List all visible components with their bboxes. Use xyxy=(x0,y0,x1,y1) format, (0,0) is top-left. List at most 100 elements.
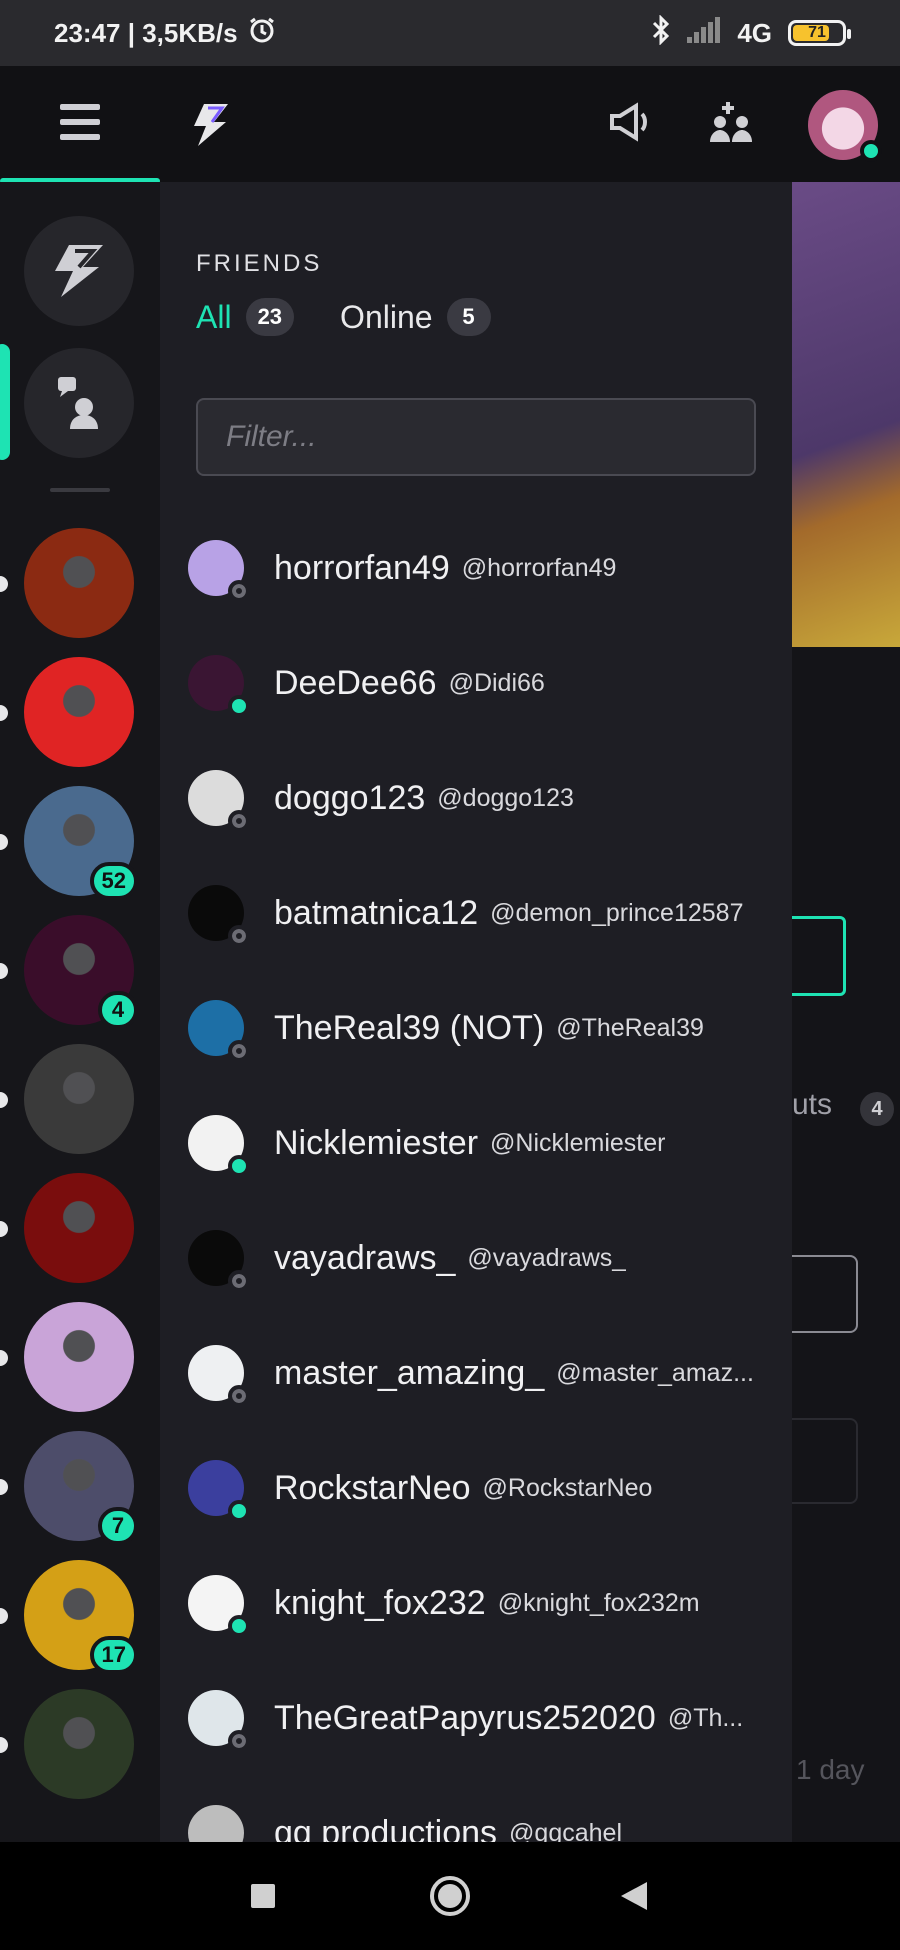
tab-all[interactable]: All 23 xyxy=(196,298,295,336)
active-indicator xyxy=(0,344,10,460)
direct-messages-button[interactable] xyxy=(24,348,134,458)
friend-row[interactable]: master_amazing_ @master_amaz... xyxy=(188,1323,778,1423)
unread-indicator xyxy=(0,705,8,721)
friend-handle: @horrorfan49 xyxy=(461,553,617,582)
avatar xyxy=(188,1345,250,1407)
presence-dot xyxy=(228,580,250,602)
notification-badge: 17 xyxy=(89,1636,138,1674)
unread-indicator xyxy=(0,1608,8,1624)
recent-apps-button[interactable] xyxy=(246,1842,280,1950)
unread-indicator xyxy=(0,1737,8,1753)
server-freddy-hat[interactable]: 52 xyxy=(0,786,138,900)
presence-dot xyxy=(228,925,250,947)
unread-indicator xyxy=(0,1350,8,1366)
network-type: 4G xyxy=(737,17,772,48)
friend-name: gg productions xyxy=(274,1813,498,1843)
avatar xyxy=(188,1230,250,1292)
megaphone-icon[interactable] xyxy=(608,102,652,147)
friend-row[interactable]: TheReal39 (NOT) @TheReal39 xyxy=(188,978,778,1078)
background-box-fragment xyxy=(792,1418,858,1504)
avatar xyxy=(188,1805,244,1842)
friend-handle: @master_amaz... xyxy=(556,1358,754,1387)
circle-icon xyxy=(430,1876,470,1916)
friend-row[interactable]: horrorfan49 @horrorfan49 xyxy=(188,518,778,618)
presence-dot xyxy=(228,1155,250,1177)
server-fnaf-freddy[interactable] xyxy=(0,528,134,638)
server-springtrap[interactable] xyxy=(0,1689,134,1799)
friend-row[interactable]: batmatnica12 @demon_prince12587 xyxy=(188,863,778,963)
friend-row[interactable]: knight_fox232 @knight_fox232m xyxy=(188,1553,778,1653)
app-bar xyxy=(0,66,900,184)
presence-dot xyxy=(228,1615,250,1637)
friend-row[interactable]: TheGreatPapyrus252020 @Th... xyxy=(188,1668,778,1768)
friend-row[interactable]: vayadraws_ @vayadraws_ xyxy=(188,1208,778,1308)
unread-indicator xyxy=(0,963,8,979)
system-nav-bar xyxy=(0,1842,900,1950)
server-banner-image xyxy=(792,182,900,647)
unread-indicator xyxy=(0,1479,8,1495)
friend-row[interactable]: Nicklemiester @Nicklemiester xyxy=(188,1093,778,1193)
server-lolbit[interactable]: 7 xyxy=(0,1431,138,1545)
presence-dot xyxy=(228,1040,250,1062)
server-rail: 52 4 7 17 xyxy=(0,182,160,1842)
presence-dot xyxy=(228,1730,250,1752)
server-funtime-freddy[interactable] xyxy=(0,1302,134,1412)
friend-name: Nicklemiester xyxy=(274,1123,479,1162)
friend-handle: @ggcahel xyxy=(509,1818,622,1843)
friend-name: horrorfan49 xyxy=(274,548,450,587)
friend-handle: @vayadraws_ xyxy=(467,1243,627,1272)
bluetooth-icon xyxy=(651,13,671,52)
server-bendy-yellow[interactable]: 17 xyxy=(0,1560,138,1674)
lightning-logo-icon[interactable] xyxy=(190,102,230,153)
friend-row[interactable]: gg productions @ggcahel xyxy=(188,1783,778,1842)
server-fnafers-squad[interactable] xyxy=(0,657,134,767)
presence-dot xyxy=(228,1500,250,1522)
friend-name: batmatnica12 xyxy=(274,893,479,932)
home-button[interactable] xyxy=(24,216,134,326)
unread-indicator xyxy=(0,834,8,850)
presence-dot xyxy=(228,1385,250,1407)
tab-label: All xyxy=(196,298,232,335)
background-text-fragment: uts xyxy=(792,1088,833,1121)
server-icon xyxy=(24,1173,134,1283)
add-friend-icon[interactable] xyxy=(708,100,756,151)
presence-dot xyxy=(228,1270,250,1292)
friend-row[interactable]: DeeDee66 @Didi66 xyxy=(188,633,778,733)
avatar xyxy=(188,1000,250,1062)
rail-separator xyxy=(50,488,110,492)
friend-handle: @Nicklemiester xyxy=(490,1128,666,1157)
home-nav-button[interactable] xyxy=(428,1842,472,1950)
friend-row[interactable]: RockstarNeo @RockstarNeo xyxy=(188,1438,778,1538)
tab-online[interactable]: Online 5 xyxy=(340,298,491,336)
friend-name: doggo123 xyxy=(274,778,426,817)
server-icon xyxy=(24,1302,134,1412)
friend-name: DeeDee66 xyxy=(274,663,437,702)
friends-tabs: All 23 Online 5 xyxy=(196,298,537,336)
filter-input[interactable] xyxy=(196,398,756,476)
user-avatar[interactable] xyxy=(808,90,882,162)
unread-indicator xyxy=(0,1221,8,1237)
notification-badge: 7 xyxy=(98,1507,138,1545)
server-icon xyxy=(24,1044,134,1154)
server-icon xyxy=(24,528,134,638)
server-pink-animatronic[interactable]: 4 xyxy=(0,915,138,1029)
notification-badge: 52 xyxy=(89,862,138,900)
menu-icon[interactable] xyxy=(60,104,100,140)
tab-count: 23 xyxy=(245,298,295,336)
online-status-dot xyxy=(860,140,882,162)
server-bendy-red[interactable] xyxy=(0,1173,134,1283)
friend-row[interactable]: doggo123 @doggo123 xyxy=(188,748,778,848)
server-icon xyxy=(24,657,134,767)
friend-handle: @knight_fox232m xyxy=(497,1588,700,1617)
battery-icon: 71 xyxy=(788,20,851,46)
notification-badge: 4 xyxy=(98,991,138,1029)
avatar xyxy=(188,770,250,832)
friend-name: knight_fox232 xyxy=(274,1583,486,1622)
background-badge-fragment: 4 xyxy=(860,1092,894,1126)
friend-handle: @demon_prince12587 xyxy=(490,898,744,927)
signal-icon xyxy=(687,16,721,50)
server-cartoon-cat[interactable] xyxy=(0,1044,134,1154)
triangle-back-icon xyxy=(621,1882,647,1910)
back-button[interactable] xyxy=(618,1842,650,1950)
friend-name: TheReal39 (NOT) xyxy=(274,1008,545,1047)
